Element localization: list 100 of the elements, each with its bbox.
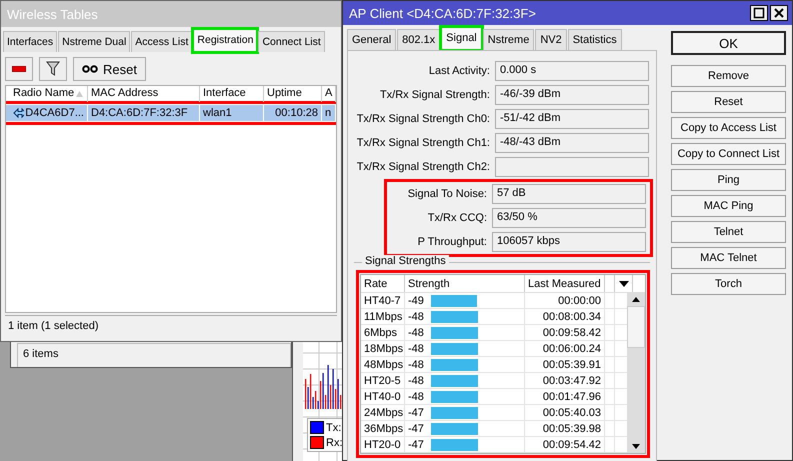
table-cell: 00:05:39.98 — [525, 421, 605, 436]
field-label: Tx/Rx Signal Strength Ch0: — [356, 113, 491, 125]
field-label: Tx/Rx Signal Strength: — [378, 89, 491, 101]
tab[interactable]: 802.1x — [397, 29, 440, 50]
window-title: AP Client <D4:CA:6D:7F:32:3F> — [349, 6, 536, 20]
field-label: Last Activity: — [428, 65, 491, 77]
remove-button[interactable] — [5, 57, 33, 81]
table-cell-text: -47 — [407, 406, 425, 420]
value-field: 57 dB — [492, 184, 646, 204]
sort-icon — [76, 91, 83, 97]
field-label: Signal To Noise: — [406, 188, 488, 200]
table-cell: 00:09:54.42 — [525, 437, 605, 452]
table-cell-text: -48 — [407, 390, 425, 404]
dialog-button[interactable]: Telnet — [671, 221, 786, 243]
table-cell-text: -48 — [407, 374, 425, 388]
table-cell: 6Mbps — [361, 325, 405, 340]
tab[interactable]: Interfaces — [3, 31, 58, 52]
field-label: Tx/Rx CCQ: — [426, 212, 488, 224]
table-cell-text: -48 — [407, 310, 425, 324]
field-label: Tx/Rx Signal Strength Ch2: — [356, 161, 491, 173]
up-arrow-icon[interactable] — [632, 296, 640, 302]
status-text: 1 item (1 selected) — [8, 320, 98, 332]
field-label: P Throughput: — [416, 236, 488, 248]
reset-button[interactable]: Reset — [73, 57, 146, 81]
dialog-button[interactable]: OK — [671, 31, 786, 55]
value-field: -46/-39 dBm — [495, 85, 649, 105]
value-field: 63/50 % — [492, 208, 646, 228]
table-cell: 00:05:40.03 — [525, 405, 605, 420]
rings-icon — [82, 65, 98, 73]
table-cell-text: -48 — [407, 326, 425, 340]
tab[interactable]: General — [347, 29, 396, 50]
value-field: -48/-43 dBm — [495, 133, 649, 153]
table-cell: 48Mbps — [361, 357, 405, 372]
tab[interactable]: Signal — [441, 27, 482, 50]
dialog-button[interactable]: Remove — [671, 65, 786, 87]
table-cell: 00:09:58.42 — [525, 325, 605, 340]
dialog-button[interactable]: Ping — [671, 169, 786, 191]
table-cell-text: -49 — [407, 294, 425, 308]
tab[interactable]: Nstreme — [482, 29, 534, 50]
table-cell: 36Mbps — [361, 421, 405, 436]
table-cell: 11Mbps — [361, 309, 405, 324]
legend-label: Tx: — [326, 422, 342, 434]
table-cell-text: -48 — [407, 342, 425, 356]
field-label: Tx/Rx Signal Strength Ch1: — [356, 137, 491, 149]
column-header[interactable]: Interface — [200, 86, 264, 102]
column-header[interactable]: Rate — [361, 275, 405, 292]
group-title: Signal Strengths — [362, 255, 449, 267]
column-header[interactable]: Strength — [405, 275, 525, 292]
column-header[interactable]: A — [322, 86, 336, 102]
close-icon[interactable] — [770, 5, 788, 21]
table-cell: 00:06:00.24 — [525, 341, 605, 356]
table-row[interactable]: D4CA6D7... D4:CA:6D:7F:32:3F wlan1 00:10:28 n — [6, 105, 336, 121]
table-cell: 24Mbps — [361, 405, 405, 420]
value-field: -51/-42 dBm — [495, 109, 649, 129]
dialog-button[interactable]: MAC Telnet — [671, 247, 786, 269]
funnel-icon — [46, 61, 60, 77]
filter-button[interactable] — [39, 57, 67, 81]
column-header[interactable]: Radio Name — [10, 86, 88, 102]
table-cell: HT40-0 — [361, 389, 405, 404]
table-cell: 00:05:39.91 — [525, 357, 605, 372]
column-header[interactable]: Uptime — [264, 86, 322, 102]
column-header[interactable]: Last Measured — [525, 275, 605, 292]
tab[interactable]: Access List — [131, 31, 192, 52]
status-text: 6 items — [23, 348, 58, 360]
dialog-button[interactable]: Copy to Access List — [671, 117, 786, 139]
table-cell: HT20-0 — [361, 437, 405, 452]
dropdown-icon[interactable] — [618, 280, 628, 286]
tab[interactable]: NV2 — [535, 29, 567, 50]
table-cell-text: -47 — [407, 438, 425, 452]
arrows-icon — [13, 107, 24, 119]
table-cell: D4CA6D7... — [10, 105, 88, 121]
table-cell: 00:03:47.92 — [525, 373, 605, 388]
table-cell-text: -47 — [407, 422, 425, 436]
tab[interactable]: Connect List — [258, 31, 325, 52]
legend-label: Rx: — [326, 436, 342, 448]
minus-icon — [12, 66, 26, 72]
table-cell: 00:10:28 — [264, 105, 322, 121]
tab[interactable]: Nstreme Dual — [58, 31, 130, 52]
table-cell: HT40-7 — [361, 293, 405, 308]
table-cell: n — [322, 105, 336, 121]
tab[interactable]: Registration — [193, 29, 258, 52]
column-header[interactable]: MAC Address — [88, 86, 200, 102]
table-cell: HT20-5 — [361, 373, 405, 388]
table-cell-text: -48 — [407, 358, 425, 372]
dialog-button[interactable]: Reset — [671, 91, 786, 113]
down-arrow-icon[interactable] — [632, 444, 640, 450]
dialog-button[interactable]: Copy to Connect List — [671, 143, 786, 165]
table-cell: wlan1 — [200, 105, 264, 121]
dialog-button[interactable]: MAC Ping — [671, 195, 786, 217]
value-field: 0.000 s — [495, 61, 649, 81]
maximize-icon[interactable] — [750, 5, 768, 21]
table-cell: 00:08:00.34 — [525, 309, 605, 324]
table-cell: D4:CA:6D:7F:32:3F — [88, 105, 200, 121]
scrollbar[interactable] — [627, 293, 645, 453]
table-cell: 00:01:47.96 — [525, 389, 605, 404]
table-cell: 00:00:00 — [525, 293, 605, 308]
dialog-button[interactable]: Torch — [671, 273, 786, 295]
table-cell: 18Mbps — [361, 341, 405, 356]
tab[interactable]: Statistics — [568, 29, 622, 50]
value-field: 106057 kbps — [492, 232, 646, 252]
